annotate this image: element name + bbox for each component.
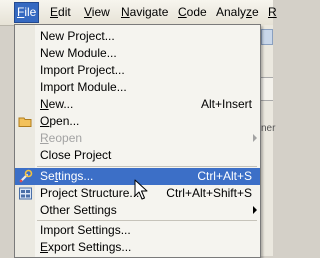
menu-item-label: Settings... <box>40 169 94 183</box>
menu-item-import-settings[interactable]: Import Settings... <box>15 222 260 239</box>
folder-icon <box>18 117 32 127</box>
menu-item-other-settings[interactable]: Other Settings <box>15 202 260 219</box>
menu-item-new-module[interactable]: New Module... <box>15 45 260 62</box>
menu-refactor-partial[interactable]: R <box>266 3 279 22</box>
menu-item-new[interactable]: New... Alt+Insert <box>15 96 260 113</box>
menu-item-label: New... <box>40 97 74 111</box>
menu-item-label: Reopen <box>40 131 83 145</box>
menu-analyze[interactable]: Analyze <box>214 3 261 22</box>
menu-item-import-project[interactable]: Import Project... <box>15 62 260 79</box>
menu-item-label: Close Project <box>40 148 112 162</box>
menu-item-label: Import Project... <box>40 63 125 77</box>
menu-item-reopen[interactable]: Reopen <box>15 130 260 147</box>
menu-item-new-project[interactable]: New Project... <box>15 28 260 45</box>
project-structure-icon <box>19 187 32 200</box>
menu-separator <box>37 220 257 221</box>
wrench-icon <box>19 169 33 183</box>
mouse-pointer-icon <box>134 179 148 200</box>
menu-navigate[interactable]: Navigate <box>119 3 170 22</box>
menu-item-close-project[interactable]: Close Project <box>15 147 260 164</box>
submenu-arrow-icon <box>253 206 257 214</box>
menu-item-label: Open... <box>40 114 80 128</box>
menu-item-label: New Project... <box>40 29 115 43</box>
menu-item-label: Import Module... <box>40 80 127 94</box>
shortcut-label: Alt+Insert <box>200 97 252 111</box>
menu-code[interactable]: Code <box>176 3 209 22</box>
shortcut-label: Ctrl+Alt+Shift+S <box>166 186 252 200</box>
menu-item-export-settings[interactable]: Export Settings... <box>15 239 260 256</box>
file-menu-dropdown: New Project... New Module... Import Proj… <box>14 24 261 258</box>
menu-item-label: Other Settings <box>40 203 117 217</box>
menu-separator <box>37 166 257 167</box>
tab-fragment <box>259 77 273 101</box>
menu-item-open[interactable]: Open... <box>15 113 260 130</box>
background-text: ner <box>261 123 276 134</box>
menu-item-label: Import Settings... <box>40 223 131 237</box>
shortcut-label: Ctrl+Alt+S <box>197 169 252 183</box>
menu-item-label: Project Structure... <box>40 186 140 200</box>
menu-view[interactable]: View <box>82 3 112 22</box>
menu-edit[interactable]: Edit <box>48 3 73 22</box>
menu-item-import-module[interactable]: Import Module... <box>15 79 260 96</box>
menu-item-label: Export Settings... <box>40 240 132 254</box>
submenu-arrow-icon <box>253 134 257 142</box>
menu-item-label: New Module... <box>40 46 117 60</box>
toolbar-icon <box>261 29 273 45</box>
menu-file[interactable]: File <box>14 2 40 23</box>
menu-bar: File Edit View Navigate Code Analyze R <box>0 0 277 26</box>
ide-background-fragment: ner <box>259 25 276 256</box>
